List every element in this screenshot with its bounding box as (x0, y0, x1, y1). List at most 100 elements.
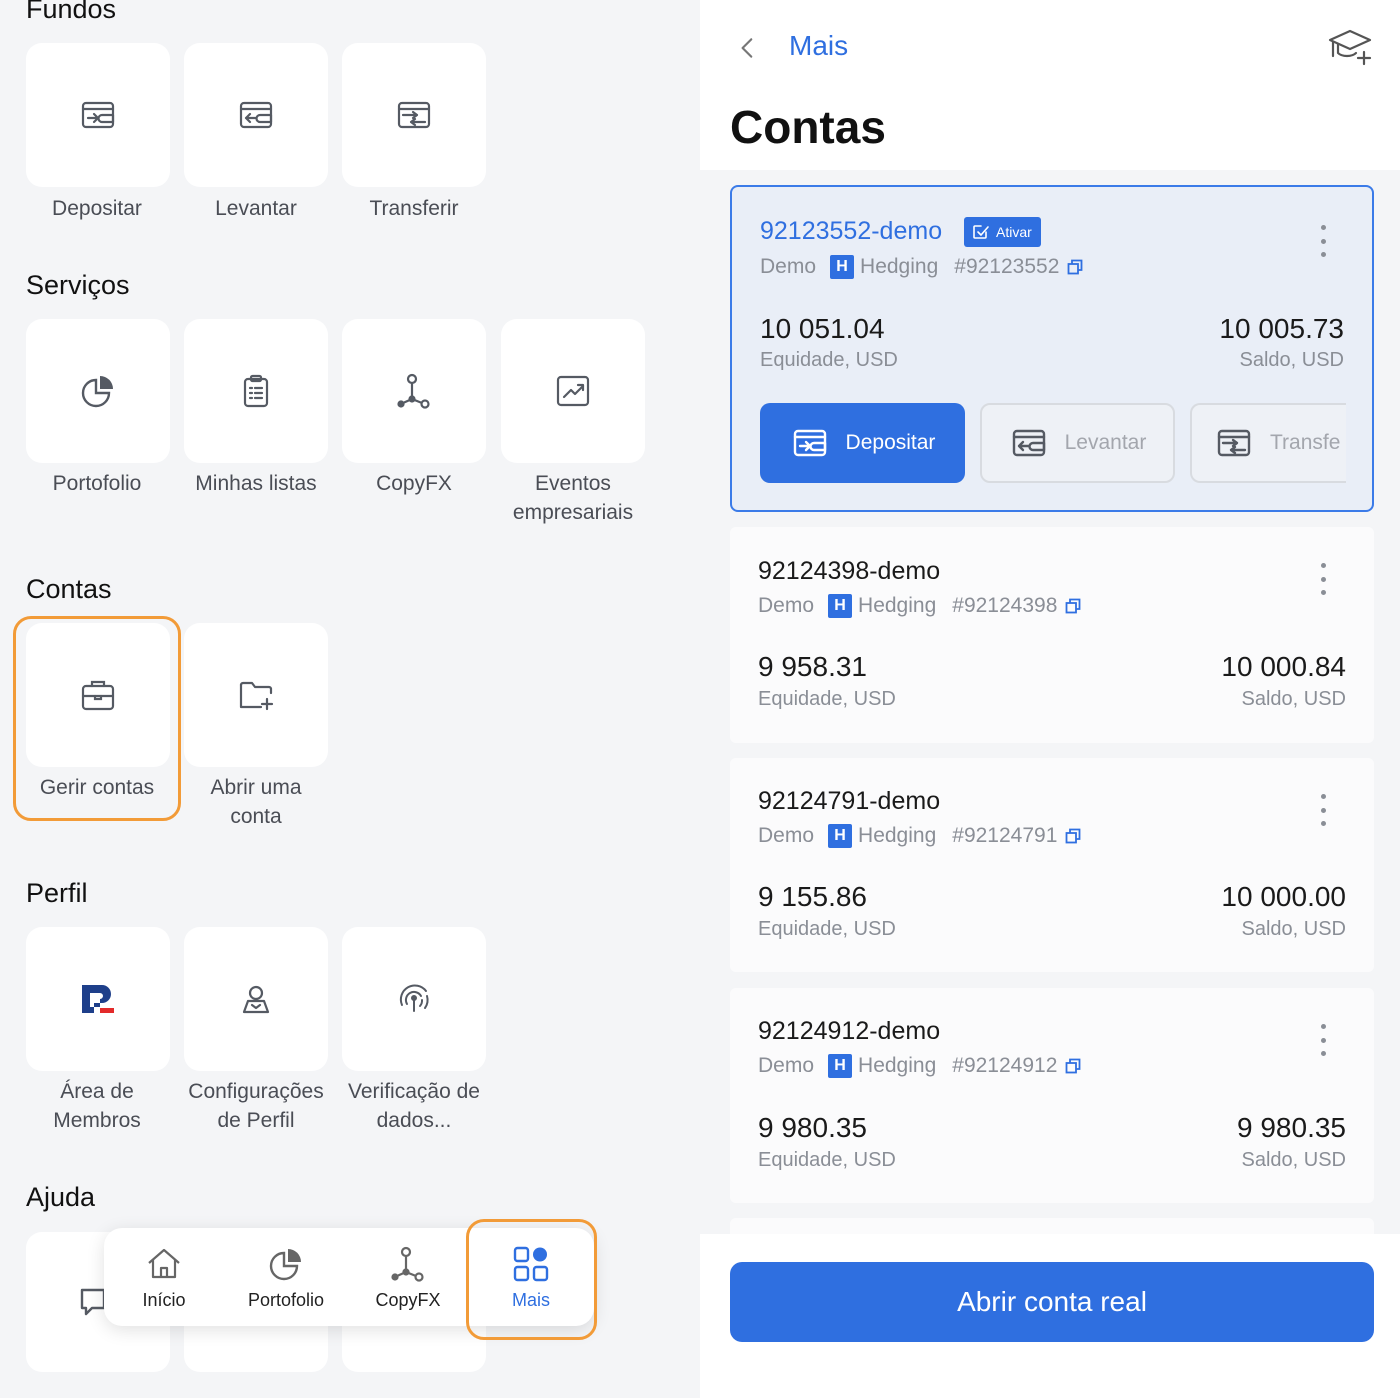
withdraw-button[interactable]: Levantar (980, 403, 1175, 483)
withdraw-label: Levantar (215, 197, 297, 220)
transfer-icon (1217, 429, 1251, 457)
copy-icon[interactable] (1065, 598, 1081, 614)
folder-add-icon (239, 681, 274, 711)
equity-label: Equidade, USD (758, 918, 896, 940)
pie-chart-icon (81, 376, 113, 408)
equity-label: Equidade, USD (760, 349, 898, 371)
my-lists-label: Minhas listas (195, 472, 317, 495)
nav-copyfx[interactable]: CopyFX (348, 1228, 468, 1326)
equity-value: 10 051.04 (760, 313, 885, 344)
balance-value: 10 005.73 (1219, 313, 1344, 344)
deposit-tile[interactable] (26, 43, 170, 187)
equity-label: Equidade, USD (758, 1149, 896, 1171)
equity-label: Equidade, USD (758, 688, 896, 710)
accounts-screen: Mais Contas 92123552-demo Ativar Demo H … (700, 0, 1400, 1398)
data-verification-label: Verificação de dados... (348, 1080, 480, 1132)
hedging-badge: H (830, 255, 855, 279)
transfer-tile[interactable] (342, 43, 486, 187)
account-name[interactable]: 92124791-demo (758, 787, 940, 816)
balance-label: Saldo, USD (1239, 349, 1345, 371)
my-lists-tile[interactable] (184, 319, 328, 463)
transfer-icon (397, 101, 431, 129)
account-card-active[interactable]: 92123552-demo Ativar Demo H Hedging #921… (730, 185, 1374, 512)
fingerprint-icon (399, 984, 429, 1012)
academy-button[interactable] (1328, 26, 1374, 68)
account-card[interactable]: 92124912-demo Demo H Hedging #92124912 9… (730, 988, 1374, 1203)
nav-portfolio[interactable]: Portofolio (226, 1228, 346, 1326)
account-card[interactable]: 92124398-demo Demo H Hedging #92124398 9… (730, 527, 1374, 743)
copyfx-nodes-icon (391, 1246, 424, 1282)
hedging-badge: H (828, 1054, 853, 1078)
copyfx-nodes-icon (397, 373, 430, 409)
balance-label: Saldo, USD (1241, 1149, 1347, 1171)
section-title-fundos: Fundos (26, 0, 117, 24)
home-icon (148, 1248, 180, 1278)
more-options-icon[interactable] (1312, 559, 1334, 599)
clipboard-list-icon (243, 374, 269, 408)
page-title: Contas (730, 101, 886, 153)
nav-home[interactable]: Início (104, 1228, 224, 1326)
balance-label: Saldo, USD (1241, 688, 1347, 710)
copyfx-tile[interactable] (342, 319, 486, 463)
account-name[interactable]: 92123552-demo (760, 217, 942, 246)
back-button[interactable] (730, 30, 766, 66)
portfolio-tile[interactable] (26, 319, 170, 463)
copy-icon[interactable] (1067, 259, 1083, 275)
withdraw-tile[interactable] (184, 43, 328, 187)
deposit-icon (81, 101, 115, 129)
copy-icon[interactable] (1065, 828, 1081, 844)
corporate-events-label: Eventos empresariais (512, 472, 634, 524)
section-title-ajuda: Ajuda (26, 1182, 96, 1212)
header: Mais Contas (700, 0, 1400, 170)
members-area-label: Área de Membros (53, 1080, 141, 1132)
hedging-badge: H (828, 824, 853, 848)
deposit-button[interactable]: Depositar (760, 403, 965, 483)
copy-icon[interactable] (1065, 1058, 1081, 1074)
chevron-left-icon (741, 38, 753, 58)
graduation-cap-icon (1328, 29, 1372, 66)
open-account-label: Abrir uma conta (210, 776, 302, 828)
profile-settings-label: Configurações de Perfil (188, 1080, 324, 1132)
members-area-tile[interactable] (26, 927, 170, 1071)
roboforex-logo-icon (82, 985, 114, 1013)
section-title-perfil: Perfil (26, 878, 88, 908)
open-real-account-button[interactable]: Abrir conta real (730, 1262, 1374, 1342)
portfolio-label: Portofolio (52, 472, 142, 495)
equity-value: 9 958.31 (758, 651, 867, 682)
section-title-servicos: Serviços (26, 270, 130, 300)
more-options-icon[interactable] (1312, 1020, 1334, 1060)
account-name[interactable]: 92124398-demo (758, 557, 940, 586)
transfer-button[interactable]: Transfe (1190, 403, 1346, 483)
back-label[interactable]: Mais (789, 30, 848, 62)
chart-frame-icon (556, 375, 590, 407)
balance-value: 9 980.35 (1237, 1112, 1346, 1143)
withdraw-icon (1012, 429, 1045, 457)
account-meta: Demo H Hedging #92123552 (760, 255, 1083, 279)
hedging-badge: H (828, 594, 853, 618)
balance-value: 10 000.00 (1221, 881, 1346, 912)
equity-value: 9 155.86 (758, 881, 867, 912)
more-menu-panel: Fundos Depositar Levantar Transferir Ser… (0, 0, 700, 1398)
account-meta: Demo H Hedging #92124912 (758, 1054, 1081, 1078)
account-meta: Demo H Hedging #92124791 (758, 824, 1081, 848)
account-card[interactable]: 92124791-demo Demo H Hedging #92124791 9… (730, 758, 1374, 972)
profile-settings-tile[interactable] (184, 927, 328, 1071)
section-title-contas: Contas (26, 574, 112, 604)
checkbox-edit-icon (973, 225, 989, 239)
user-profile-icon (242, 985, 270, 1014)
transfer-label: Transferir (369, 197, 459, 220)
more-options-icon[interactable] (1312, 790, 1334, 830)
copyfx-label: CopyFX (376, 472, 452, 495)
more-options-icon[interactable] (1312, 221, 1334, 261)
deposit-label: Depositar (52, 197, 142, 220)
corporate-events-tile[interactable] (501, 319, 645, 463)
data-verification-tile[interactable] (342, 927, 486, 1071)
balance-label: Saldo, USD (1241, 918, 1347, 940)
account-name[interactable]: 92124912-demo (758, 1017, 940, 1046)
withdraw-icon (239, 101, 273, 129)
nav-more-highlight (466, 1219, 597, 1340)
open-account-tile[interactable] (184, 623, 328, 767)
activate-badge[interactable]: Ativar (964, 217, 1041, 247)
deposit-icon (793, 429, 826, 457)
manage-accounts-highlight (13, 616, 181, 821)
